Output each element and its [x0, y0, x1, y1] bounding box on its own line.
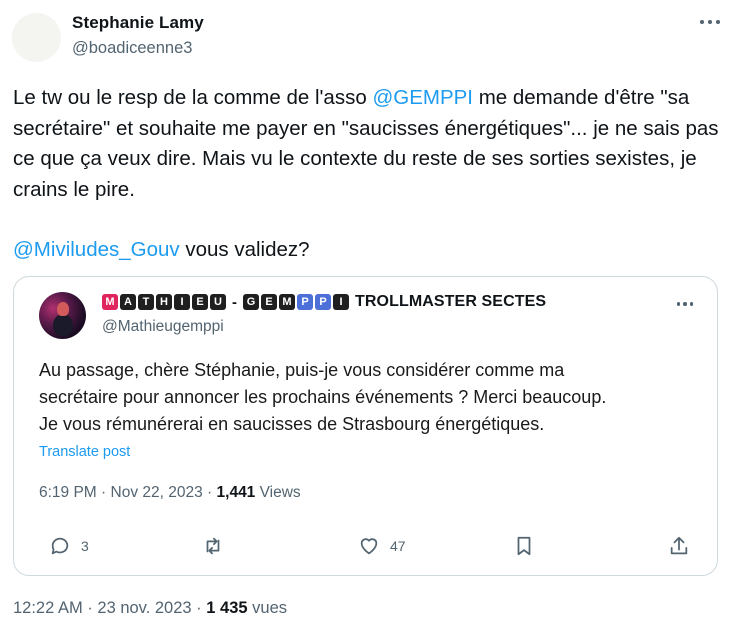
- name-letter-tile: P: [297, 294, 313, 310]
- quoted-time[interactable]: 6:19 PM: [39, 484, 97, 501]
- tweet-date[interactable]: 23 nov. 2023: [97, 599, 191, 617]
- name-letter-tile: I: [174, 294, 190, 310]
- name-letter-tile: H: [156, 294, 172, 310]
- tweet-time[interactable]: 12:22 AM: [13, 599, 83, 617]
- like-count: 47: [390, 538, 406, 554]
- quoted-tweet-meta: 6:19 PM · Nov 22, 2023 · 1,441 Views: [39, 484, 301, 501]
- share-upload-icon: [670, 536, 688, 555]
- more-options-icon[interactable]: [700, 20, 720, 24]
- retweet-button[interactable]: [202, 535, 224, 557]
- reply-bubble-icon: [51, 537, 69, 555]
- name-letter-tile: A: [120, 294, 136, 310]
- name-letter-tile: I: [333, 294, 349, 310]
- tweet-text: Le tw ou le resp de la comme de l'asso @…: [13, 86, 719, 261]
- bookmark-icon: [517, 536, 531, 556]
- name-tiles-mathieu: MATHIEU: [102, 294, 226, 310]
- tweet-views-count: 1 435: [206, 599, 248, 617]
- reply-count: 3: [81, 538, 89, 554]
- name-letter-tile: E: [261, 294, 277, 310]
- quoted-tweet-text: Au passage, chère Stéphanie, puis-je vou…: [39, 360, 607, 434]
- mention-gemppi-link[interactable]: @GEMPPI: [372, 86, 473, 109]
- reply-button[interactable]: 3: [49, 535, 89, 557]
- quoted-views-count: 1,441: [216, 484, 256, 501]
- tweet-footer-meta: 12:22 AM · 23 nov. 2023 · 1 435 vues: [13, 599, 287, 617]
- name-tiles-gemppi: GEMPPI: [243, 294, 349, 310]
- translate-post-link[interactable]: Translate post: [39, 444, 130, 460]
- quoted-author-name[interactable]: MATHIEU - GEMPPI TROLLMASTER SECTES: [102, 293, 546, 311]
- author-handle[interactable]: @boadiceenne3: [72, 39, 192, 58]
- author-name[interactable]: Stephanie Lamy: [72, 13, 204, 33]
- quoted-author-handle[interactable]: @Mathieugemppi: [102, 318, 224, 336]
- share-button[interactable]: [668, 535, 690, 557]
- name-letter-tile: P: [315, 294, 331, 310]
- action-bar: 3 47: [14, 535, 717, 565]
- bookmark-button[interactable]: [513, 535, 535, 557]
- quoted-more-options-icon[interactable]: [676, 302, 693, 306]
- mention-miviludes-link[interactable]: @Miviludes_Gouv: [13, 238, 180, 261]
- name-letter-tile: M: [279, 294, 295, 310]
- author-avatar[interactable]: [12, 13, 61, 62]
- quoted-tweet-card[interactable]: MATHIEU - GEMPPI TROLLMASTER SECTES @Mat…: [13, 276, 718, 576]
- name-letter-tile: M: [102, 294, 118, 310]
- like-button[interactable]: 47: [358, 535, 406, 557]
- retweet-icon: [206, 537, 220, 555]
- name-letter-tile: E: [192, 294, 208, 310]
- name-letter-tile: U: [210, 294, 226, 310]
- quoted-author-avatar[interactable]: [39, 292, 86, 339]
- quoted-date[interactable]: Nov 22, 2023: [111, 484, 203, 501]
- name-letter-tile: T: [138, 294, 154, 310]
- heart-icon: [360, 538, 378, 555]
- name-letter-tile: G: [243, 294, 259, 310]
